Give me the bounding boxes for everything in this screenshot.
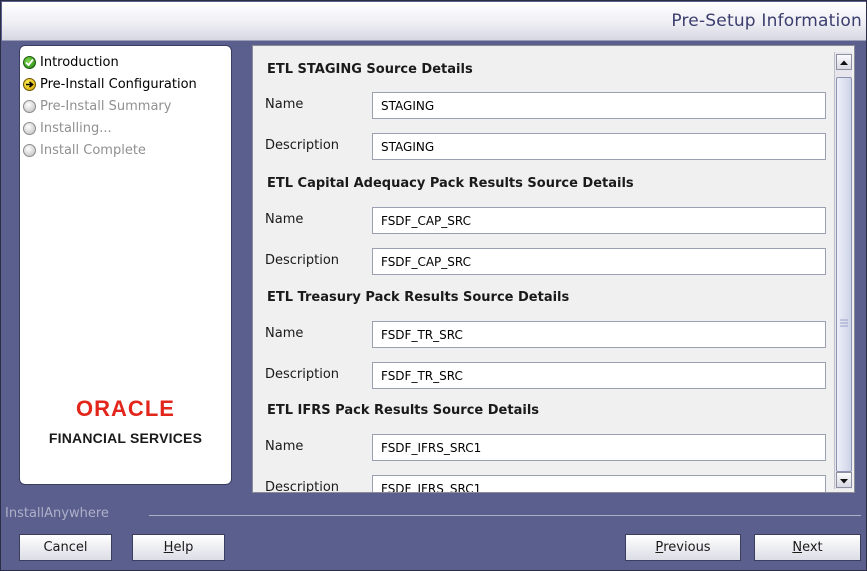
section-heading: ETL Capital Adequacy Pack Results Source…: [267, 176, 634, 191]
step-pre-install-summary: Pre-Install Summary: [23, 97, 171, 115]
step-install-complete: Install Complete: [23, 141, 146, 159]
scrollbar-thumb[interactable]: [836, 77, 852, 472]
step-label: Introduction: [40, 54, 119, 70]
step-introduction: Introduction: [23, 53, 119, 71]
page-title: Pre-Setup Information: [671, 11, 862, 31]
treasury-description-field[interactable]: FSDF_TR_SRC: [372, 362, 826, 389]
treasury-name-field[interactable]: FSDF_TR_SRC: [372, 321, 826, 348]
divider: [149, 515, 861, 516]
mnemonic: P: [655, 540, 664, 555]
installanywhere-label: InstallAnywhere: [5, 506, 109, 521]
name-label: Name: [265, 97, 304, 112]
pending-circle-icon: [23, 143, 36, 157]
section-heading: ETL IFRS Pack Results Source Details: [267, 403, 540, 418]
step-installing: Installing...: [23, 119, 112, 137]
ifrs-description-field[interactable]: FSDF_IFRS_SRC1: [372, 475, 826, 492]
oracle-logo: ORACLE FINANCIAL SERVICES: [20, 396, 231, 446]
step-label: Pre-Install Configuration: [40, 76, 197, 92]
description-label: Description: [265, 253, 340, 268]
step-label: Pre-Install Summary: [40, 98, 172, 114]
button-label: elp: [173, 540, 194, 555]
step-pre-install-configuration: Pre-Install Configuration: [23, 75, 197, 93]
triangle-down-icon: [840, 479, 848, 484]
mnemonic: N: [792, 540, 803, 555]
staging-name-field[interactable]: STAGING: [372, 92, 826, 119]
section-heading: ETL Treasury Pack Results Source Details: [267, 290, 570, 305]
step-label: Installing...: [40, 120, 112, 136]
name-label: Name: [265, 439, 304, 454]
description-label: Description: [265, 480, 340, 493]
pending-circle-icon: [23, 121, 36, 135]
previous-button[interactable]: Previous: [625, 534, 741, 561]
step-label: Install Complete: [40, 142, 146, 158]
mnemonic: H: [163, 540, 174, 555]
cancel-button[interactable]: Cancel: [19, 534, 112, 561]
cap-name-field[interactable]: FSDF_CAP_SRC: [372, 207, 826, 234]
scroll-down-button[interactable]: [836, 472, 852, 488]
vertical-scrollbar[interactable]: [834, 52, 852, 489]
section-heading: ETL STAGING Source Details: [267, 62, 473, 77]
description-label: Description: [265, 138, 340, 153]
help-button[interactable]: Help: [132, 534, 225, 561]
cap-description-field[interactable]: FSDF_CAP_SRC: [372, 248, 826, 275]
pending-circle-icon: [23, 99, 36, 113]
financial-services-label: FINANCIAL SERVICES: [48, 430, 203, 446]
name-label: Name: [265, 212, 304, 227]
grip-icon: [840, 319, 848, 327]
steps-panel: Introduction Pre-Install Configuration P…: [19, 45, 232, 485]
content-panel: ETL STAGING Source Details Name STAGING …: [252, 45, 855, 493]
installer-window: Pre-Setup Information Introduction Pre-I…: [0, 0, 867, 571]
header-bar: Pre-Setup Information: [2, 2, 866, 41]
description-label: Description: [265, 367, 340, 382]
button-label: Cancel: [43, 540, 88, 555]
triangle-up-icon: [840, 60, 848, 65]
name-label: Name: [265, 326, 304, 341]
next-button[interactable]: Next: [754, 534, 861, 561]
ifrs-name-field[interactable]: FSDF_IFRS_SRC1: [372, 434, 826, 461]
oracle-wordmark: ORACLE: [76, 396, 175, 421]
button-label: revious: [663, 540, 711, 555]
check-icon: [23, 55, 36, 69]
scroll-up-button[interactable]: [836, 54, 852, 70]
arrow-right-icon: [23, 77, 36, 91]
button-label: ext: [802, 540, 823, 555]
staging-description-field[interactable]: STAGING: [372, 133, 826, 160]
